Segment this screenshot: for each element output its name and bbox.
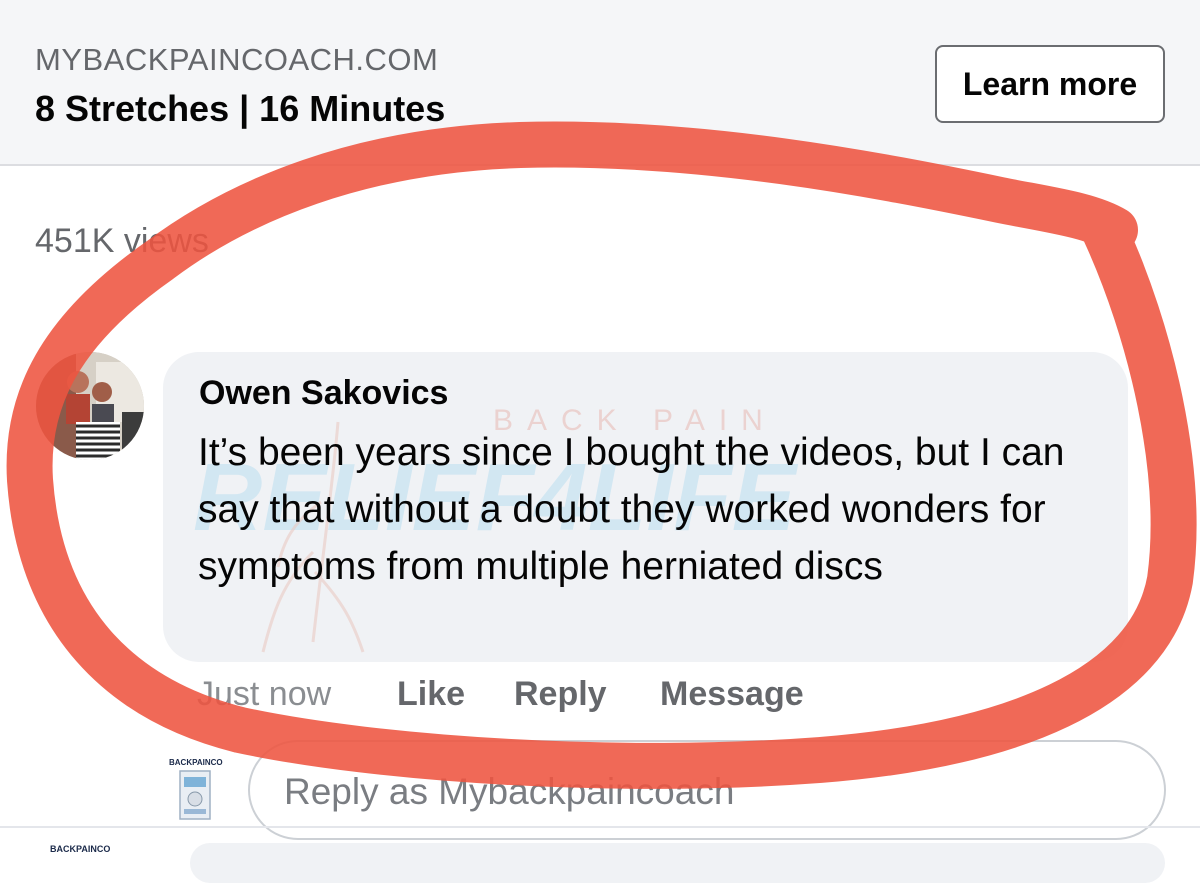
comment-bubble[interactable]: BACK PAIN RELIEF4LIFE Owen Sakovics It’s… (163, 352, 1128, 662)
avatar-photo-icon (36, 352, 144, 460)
ad-title: 8 Stretches | 16 Minutes (35, 88, 446, 129)
reply-input[interactable] (282, 764, 1126, 820)
page-logo-text: BACKPAINCO (169, 758, 223, 767)
avatar[interactable] (36, 352, 144, 460)
page-logo-icon: BACKPAINCO (168, 755, 226, 827)
comment-timestamp[interactable]: Just now (197, 675, 331, 714)
view-count: 451K views (35, 222, 209, 260)
ad-domain: MYBACKPAINCOACH.COM (35, 42, 439, 77)
message-button[interactable]: Message (660, 675, 804, 714)
reply-field[interactable] (248, 740, 1166, 840)
like-button[interactable]: Like (397, 675, 465, 714)
ad-link-card[interactable]: MYBACKPAINCOACH.COM 8 Stretches | 16 Min… (0, 0, 1200, 166)
next-comment-bubble[interactable] (190, 843, 1165, 883)
comment-author[interactable]: Owen Sakovics (199, 374, 448, 413)
next-comment-logo-text: BACKPAINCO (50, 844, 110, 854)
divider (0, 826, 1200, 828)
reply-button[interactable]: Reply (514, 675, 607, 714)
next-comment-avatar: BACKPAINCO (36, 838, 136, 868)
learn-more-button[interactable]: Learn more (935, 45, 1165, 123)
comment-text: It’s been years since I bought the video… (198, 431, 1065, 588)
